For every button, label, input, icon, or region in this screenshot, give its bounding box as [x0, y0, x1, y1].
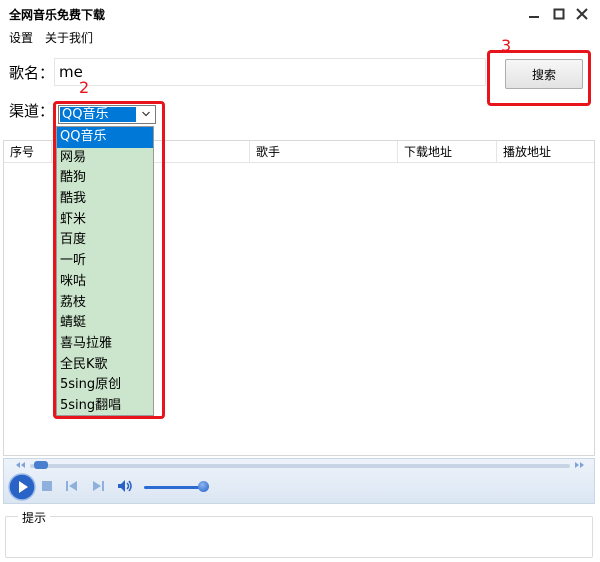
play-icon: [8, 473, 36, 501]
close-icon: [576, 8, 588, 20]
channel-option[interactable]: 网易: [57, 148, 153, 169]
column-header-artist[interactable]: 歌手: [250, 141, 398, 163]
channel-option[interactable]: 虾米: [57, 210, 153, 231]
play-button[interactable]: [8, 473, 36, 501]
channel-option[interactable]: 咪咕: [57, 272, 153, 293]
channel-option[interactable]: 酷我: [57, 189, 153, 210]
channel-dropdown-list[interactable]: QQ音乐 网易 酷狗 酷我 虾米 百度 一听 咪咕 荔枝 蜻蜓 喜马拉雅 全民K…: [56, 126, 154, 416]
channel-option[interactable]: 酷狗: [57, 168, 153, 189]
menu-about[interactable]: 关于我们: [45, 29, 93, 46]
hint-group: 提示: [5, 509, 593, 558]
stop-button[interactable]: [40, 479, 54, 493]
column-header-index[interactable]: 序号: [4, 141, 52, 163]
stop-icon: [42, 481, 52, 491]
seek-forward-icon[interactable]: [574, 461, 586, 469]
speaker-icon: [118, 480, 132, 492]
channel-option[interactable]: 喜马拉雅: [57, 334, 153, 355]
song-name-input[interactable]: me: [54, 58, 486, 86]
search-button[interactable]: 搜索: [505, 59, 583, 89]
channel-option[interactable]: 全民K歌: [57, 355, 153, 376]
channel-option[interactable]: 百度: [57, 230, 153, 251]
column-header-play-url[interactable]: 播放地址: [497, 141, 594, 163]
column-header-download-url[interactable]: 下载地址: [398, 141, 497, 163]
menu-settings[interactable]: 设置: [9, 29, 33, 46]
channel-option[interactable]: 荔枝: [57, 293, 153, 314]
next-button[interactable]: [90, 479, 106, 493]
channel-option[interactable]: QQ音乐: [57, 127, 153, 148]
channel-option[interactable]: 5sing翻唱: [57, 396, 153, 417]
chevron-down-icon: [142, 111, 150, 117]
minimize-button[interactable]: [524, 4, 544, 24]
hint-label: 提示: [18, 509, 51, 526]
volume-button[interactable]: [116, 478, 134, 494]
song-name-label: 歌名：: [9, 64, 55, 82]
seek-thumb[interactable]: [34, 461, 48, 469]
seek-bar[interactable]: [30, 464, 570, 468]
channel-selected-value: QQ音乐: [60, 107, 136, 122]
channel-option[interactable]: 一听: [57, 251, 153, 272]
volume-slider[interactable]: [144, 486, 206, 489]
channel-label: 渠道：: [9, 102, 55, 120]
seek-back-icon[interactable]: [14, 461, 26, 469]
maximize-button[interactable]: [549, 4, 569, 24]
maximize-icon: [553, 8, 565, 20]
previous-button[interactable]: [64, 479, 80, 493]
channel-option[interactable]: 蜻蜓: [57, 313, 153, 334]
close-button[interactable]: [572, 4, 592, 24]
media-player: [3, 458, 595, 504]
annotation-number-2: 2: [79, 78, 90, 97]
minimize-icon: [529, 16, 539, 18]
window-title: 全网音乐免费下载: [9, 8, 106, 22]
annotation-number-3: 3: [501, 36, 512, 55]
skip-previous-icon: [66, 481, 77, 491]
skip-next-icon: [93, 481, 104, 491]
channel-option[interactable]: 5sing原创: [57, 375, 153, 396]
volume-thumb[interactable]: [198, 481, 209, 492]
title-bar: 全网音乐免费下载: [0, 0, 600, 28]
channel-select[interactable]: QQ音乐: [58, 105, 156, 124]
